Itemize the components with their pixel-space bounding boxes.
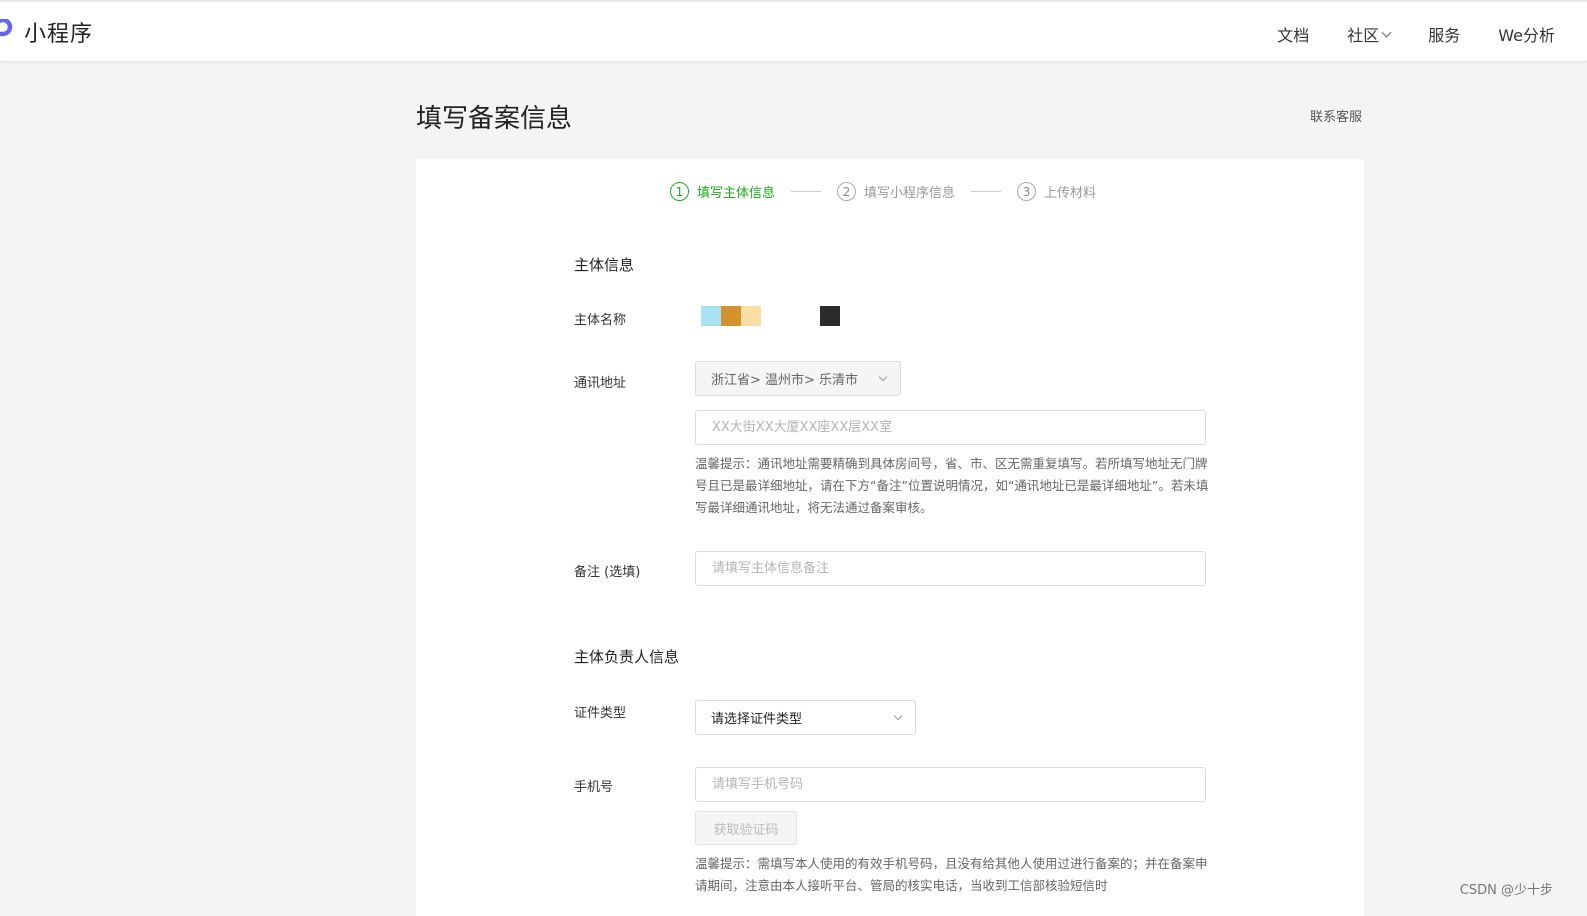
nav-community[interactable]: 社区 — [1347, 22, 1392, 46]
address-detail-input[interactable] — [695, 410, 1206, 445]
phone-label: 手机号 — [574, 780, 614, 795]
redacted-name-block — [820, 306, 840, 326]
step-1: 1 填写主体信息 — [670, 182, 775, 201]
step-3: 3 上传材料 — [1017, 182, 1096, 201]
phone-hint: 温馨提示：需填写本人使用的有效手机号码，且没有给其他人使用过进行备案的；并在备案… — [695, 856, 1208, 893]
phone-input[interactable] — [695, 767, 1206, 802]
redacted-name-block — [741, 306, 761, 326]
step-indicator: 1 填写主体信息 2 填写小程序信息 3 上传材料 — [670, 182, 1096, 201]
form-card: 1 填写主体信息 2 填写小程序信息 3 上传材料 主体信息 主体名称 通讯地址… — [416, 159, 1364, 916]
chevron-down-icon — [893, 711, 903, 721]
subject-name-label: 主体名称 — [574, 313, 627, 328]
remark-label: 备注 (选填) — [574, 565, 641, 580]
page-title: 填写备案信息 — [416, 104, 573, 134]
main-nav: 文档 社区 服务 We分析 — [1277, 22, 1555, 46]
step-divider — [971, 191, 1002, 192]
redacted-name-block — [701, 306, 721, 326]
top-navigation-bar: 小程序 文档 社区 服务 We分析 — [0, 0, 1587, 62]
get-code-button[interactable]: 获取验证码 — [695, 811, 797, 845]
id-type-value: 请选择证件类型 — [711, 712, 803, 727]
redacted-name-block — [721, 306, 741, 326]
nav-docs-label: 文档 — [1277, 26, 1310, 45]
step-label: 填写主体信息 — [697, 186, 776, 201]
remark-input[interactable] — [695, 551, 1206, 586]
step-number: 2 — [837, 182, 857, 201]
principal-section-title: 主体负责人信息 — [574, 648, 680, 666]
nav-we-analytics-label: We分析 — [1498, 26, 1555, 45]
region-select[interactable]: 浙江省> 温州市> 乐清市 — [695, 361, 901, 396]
chevron-down-icon — [878, 372, 888, 382]
step-label: 填写小程序信息 — [864, 186, 956, 201]
region-value: 浙江省> 温州市> 乐清市 — [711, 373, 859, 388]
address-label: 通讯地址 — [574, 376, 627, 391]
nav-we-analytics[interactable]: We分析 — [1498, 22, 1555, 46]
step-divider — [791, 191, 822, 192]
contact-support-link[interactable]: 联系客服 — [1310, 106, 1362, 125]
nav-services-label: 服务 — [1428, 26, 1461, 45]
subject-section-title: 主体信息 — [574, 256, 635, 274]
id-type-select[interactable]: 请选择证件类型 — [695, 700, 916, 735]
logo-text: 小程序 — [24, 22, 94, 47]
step-number: 1 — [670, 182, 689, 201]
address-hint: 温馨提示：通讯地址需要精确到具体房间号，省、市、区无需重复填写。若所填写地址无门… — [695, 456, 1209, 515]
nav-services[interactable]: 服务 — [1428, 22, 1460, 46]
step-2: 2 填写小程序信息 — [837, 182, 955, 201]
mini-program-logo-icon — [0, 17, 18, 47]
watermark: CSDN @少十步 — [1459, 883, 1553, 898]
step-number: 3 — [1017, 182, 1037, 201]
nav-docs[interactable]: 文档 — [1277, 22, 1309, 46]
step-label: 上传材料 — [1044, 186, 1097, 201]
nav-community-label: 社区 — [1347, 26, 1380, 45]
logo[interactable]: 小程序 — [0, 16, 93, 48]
id-type-label: 证件类型 — [574, 706, 627, 721]
chevron-down-icon — [1381, 27, 1392, 37]
